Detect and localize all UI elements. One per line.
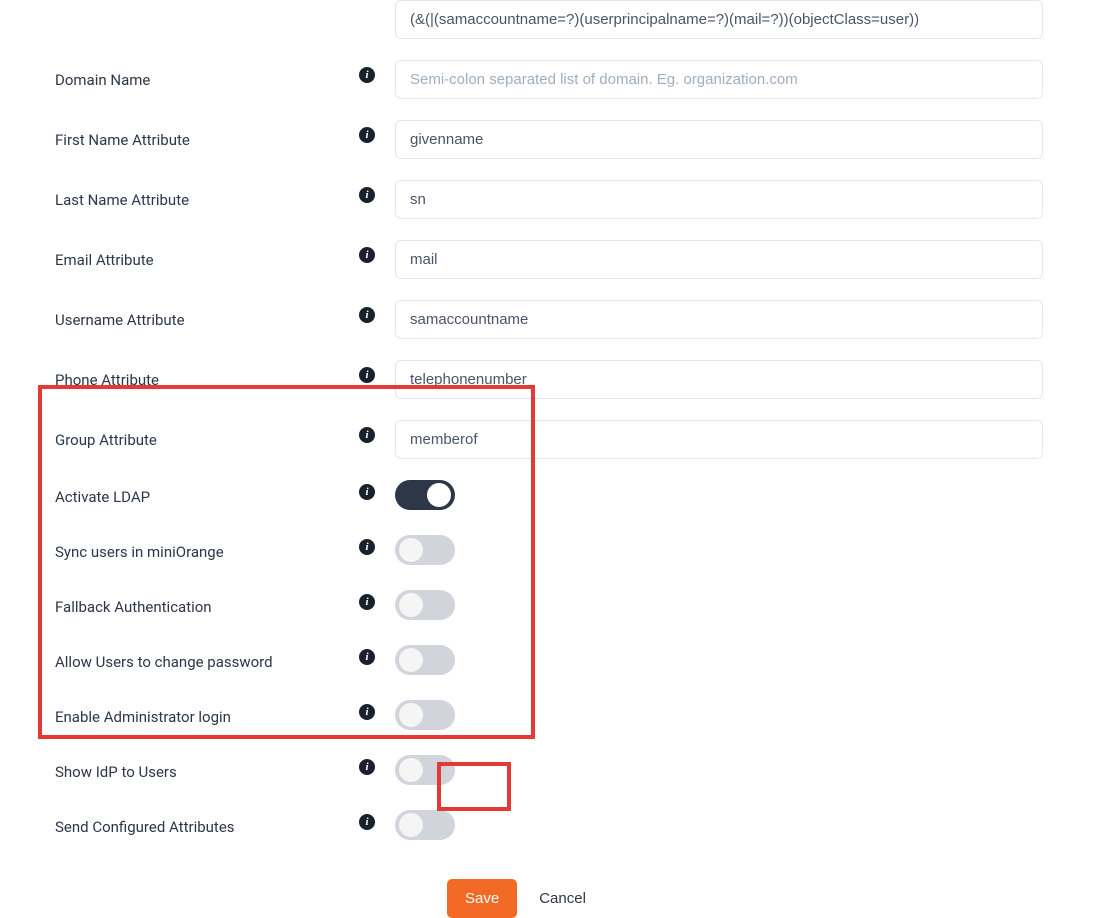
info-icon[interactable]: i: [359, 127, 375, 143]
info-icon[interactable]: i: [359, 187, 375, 203]
first-name-input[interactable]: [395, 120, 1043, 159]
first-name-label: First Name Attribute: [55, 131, 190, 149]
email-input[interactable]: [395, 240, 1043, 279]
fallback-auth-label: Fallback Authentication: [55, 598, 212, 616]
info-icon[interactable]: i: [359, 704, 375, 720]
send-attrs-label: Send Configured Attributes: [55, 818, 235, 836]
activate-ldap-label: Activate LDAP: [55, 488, 150, 506]
enable-admin-login-toggle[interactable]: [395, 700, 455, 730]
enable-admin-login-label: Enable Administrator login: [55, 708, 231, 726]
allow-change-pw-label: Allow Users to change password: [55, 653, 273, 671]
info-icon[interactable]: i: [359, 427, 375, 443]
info-icon[interactable]: i: [359, 307, 375, 323]
domain-name-input[interactable]: [395, 60, 1043, 99]
info-icon[interactable]: i: [359, 814, 375, 830]
sync-users-label: Sync users in miniOrange: [55, 543, 224, 561]
fallback-auth-toggle[interactable]: [395, 590, 455, 620]
username-input[interactable]: [395, 300, 1043, 339]
last-name-label: Last Name Attribute: [55, 191, 189, 209]
info-icon[interactable]: i: [359, 594, 375, 610]
info-icon[interactable]: i: [359, 649, 375, 665]
show-idp-label: Show IdP to Users: [55, 763, 177, 781]
info-icon[interactable]: i: [359, 367, 375, 383]
info-icon[interactable]: i: [359, 539, 375, 555]
show-idp-toggle[interactable]: [395, 755, 455, 785]
activate-ldap-toggle[interactable]: [395, 480, 455, 510]
save-button[interactable]: Save: [447, 879, 517, 918]
group-label: Group Attribute: [55, 431, 157, 449]
username-label: Username Attribute: [55, 311, 185, 329]
cancel-button[interactable]: Cancel: [539, 890, 586, 907]
allow-change-pw-toggle[interactable]: [395, 645, 455, 675]
info-icon[interactable]: i: [359, 67, 375, 83]
last-name-input[interactable]: [395, 180, 1043, 219]
sync-users-toggle[interactable]: [395, 535, 455, 565]
domain-name-label: Domain Name: [55, 71, 150, 89]
info-icon[interactable]: i: [359, 247, 375, 263]
email-label: Email Attribute: [55, 251, 154, 269]
info-icon[interactable]: i: [359, 759, 375, 775]
phone-input[interactable]: [395, 360, 1043, 399]
filter-input[interactable]: [395, 0, 1043, 39]
info-icon[interactable]: i: [359, 484, 375, 500]
phone-label: Phone Attribute: [55, 371, 159, 389]
group-input[interactable]: [395, 420, 1043, 459]
